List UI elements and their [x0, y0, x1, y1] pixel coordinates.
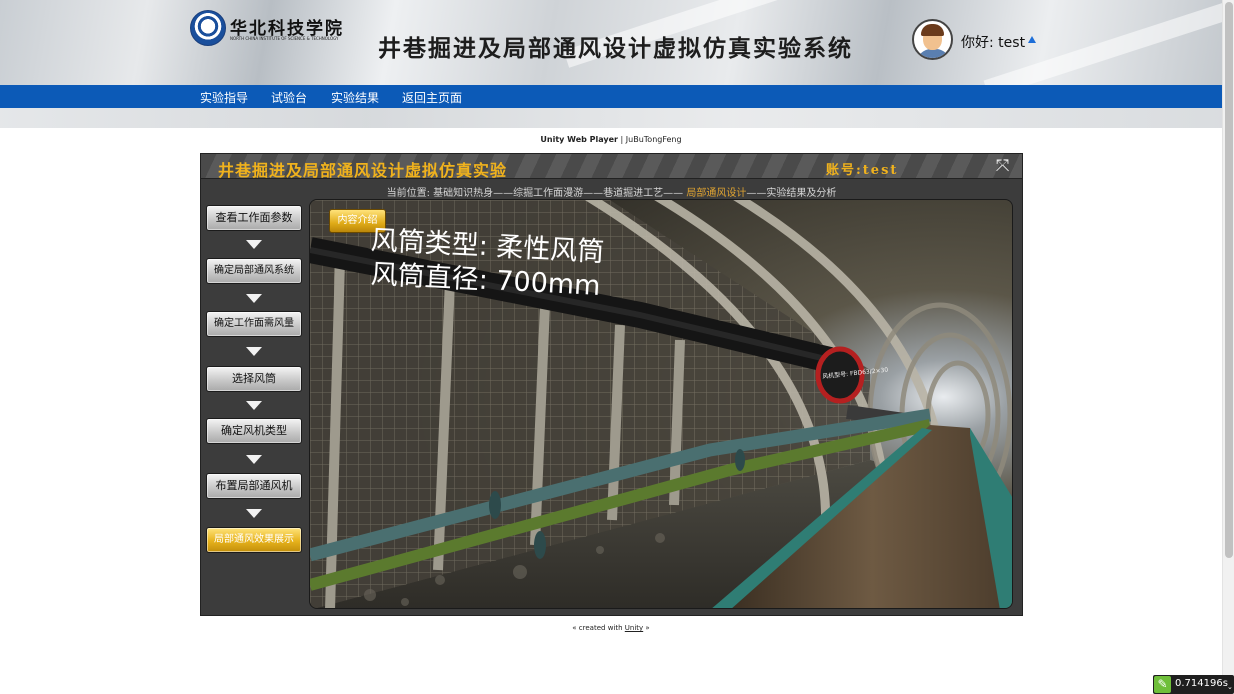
- step-ventilation-system[interactable]: 确定局部通风系统: [206, 258, 302, 284]
- experiment-title: 井巷掘进及局部通风设计虚拟仿真实验: [218, 161, 508, 180]
- user-avatar[interactable]: [912, 19, 953, 60]
- created-with-note: « created with Unity »: [0, 624, 1222, 632]
- step-select-duct[interactable]: 选择风筒: [206, 366, 302, 392]
- unity-title-bar: 井巷掘进及局部通风设计虚拟仿真实验 账号:test ⤧: [201, 154, 1022, 180]
- player-project: | JuBuTongFeng: [618, 135, 682, 144]
- arrow-down-icon: [246, 401, 262, 410]
- scrollbar-thumb[interactable]: [1225, 2, 1233, 558]
- timer-value: 0.714196s: [1175, 678, 1228, 689]
- expand-icon[interactable]: ⤧: [993, 157, 1012, 176]
- nav-item-results[interactable]: 实验结果: [331, 89, 379, 106]
- arrow-down-icon: [246, 509, 262, 518]
- created-prefix: « created with: [572, 624, 625, 632]
- arrow-down-icon: [246, 294, 262, 303]
- step-place-fan[interactable]: 布置局部通风机: [206, 473, 302, 499]
- step-fan-type[interactable]: 确定风机类型: [206, 418, 302, 444]
- nav-item-guide[interactable]: 实验指导: [200, 89, 248, 106]
- site-header: 华北科技学院 NORTH CHINA INSTITUTE OF SCIENCE …: [0, 0, 1222, 85]
- step-ventilation-effect[interactable]: 局部通风效果展示: [206, 527, 302, 553]
- arrow-down-icon: [246, 240, 262, 249]
- arrow-down-icon: [246, 455, 262, 464]
- main-nav: 实验指导 试验台 实验结果 返回主页面: [0, 85, 1222, 108]
- caret-up-icon[interactable]: [1028, 36, 1036, 43]
- player-name: Unity Web Player: [540, 135, 618, 144]
- header-band: [0, 108, 1222, 128]
- created-suffix: »: [643, 624, 650, 632]
- tunnel-3d-view[interactable]: 内容介绍 风筒类型: 柔性风筒 风筒直径: 700mm 风机型号: FBD63/…: [309, 199, 1013, 609]
- school-logo[interactable]: 华北科技学院 NORTH CHINA INSTITUTE OF SCIENCE …: [190, 10, 350, 50]
- account-label: 账号:test: [826, 163, 899, 178]
- nav-item-test-bench[interactable]: 试验台: [271, 89, 307, 106]
- system-title: 井巷掘进及局部通风设计虚拟仿真实验系统: [378, 35, 853, 62]
- school-name-en: NORTH CHINA INSTITUTE OF SCIENCE & TECHN…: [230, 36, 339, 41]
- chevron-down-icon[interactable]: ⌄: [1227, 683, 1233, 691]
- page-scrollbar[interactable]: [1222, 0, 1234, 694]
- breadcrumb-suffix: ——实验结果及分析: [746, 188, 837, 199]
- arrow-down-icon: [246, 347, 262, 356]
- unity-link[interactable]: Unity: [625, 624, 643, 632]
- nav-item-home[interactable]: 返回主页面: [402, 89, 462, 106]
- timer-badge[interactable]: ✎ 0.714196s ⌄: [1153, 675, 1234, 694]
- user-greeting[interactable]: 你好: test: [961, 32, 1025, 52]
- breadcrumb-prefix: 当前位置: 基础知识热身——综掘工作面漫游——巷道掘进工艺——: [386, 188, 687, 199]
- step-view-workface-params[interactable]: 查看工作面参数: [206, 205, 302, 231]
- school-emblem-icon: [190, 10, 226, 46]
- leaf-icon: ✎: [1154, 676, 1171, 693]
- unity-player[interactable]: 井巷掘进及局部通风设计虚拟仿真实验 账号:test ⤧ 当前位置: 基础知识热身…: [200, 153, 1023, 616]
- step-air-requirement[interactable]: 确定工作面需风量: [206, 311, 302, 337]
- player-title: Unity Web Player | JuBuTongFeng: [0, 135, 1222, 144]
- step-panel: 查看工作面参数 确定局部通风系统 确定工作面需风量 选择风筒 确定风机类型 布置…: [201, 200, 308, 616]
- breadcrumb: 当前位置: 基础知识热身——综掘工作面漫游——巷道掘进工艺—— 局部通风设计——…: [201, 184, 1022, 199]
- breadcrumb-current: 局部通风设计: [686, 188, 747, 199]
